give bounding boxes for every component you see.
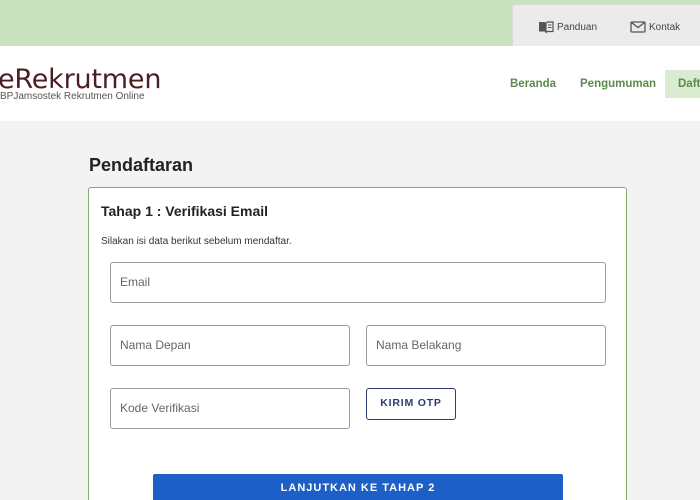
nav-daftar[interactable]: Daft xyxy=(665,70,700,98)
continue-step2-button[interactable]: LANJUTKAN KE TAHAP 2 xyxy=(153,474,563,500)
guide-link[interactable]: Panduan xyxy=(538,21,597,34)
nav-beranda[interactable]: Beranda xyxy=(510,70,556,98)
mail-icon xyxy=(630,21,646,33)
logo-subtitle: BPJamsostek Rekrutmen Online xyxy=(0,91,145,102)
nav-pengumuman[interactable]: Pengumuman xyxy=(580,70,656,98)
step-description: Silakan isi data berikut sebelum mendaft… xyxy=(101,236,292,247)
site-header: eRekrutmen BPJamsostek Rekrutmen Online … xyxy=(0,46,700,121)
verification-code-field[interactable]: Kode Verifikasi xyxy=(110,388,350,429)
contact-label: Kontak xyxy=(649,21,681,33)
send-otp-button[interactable]: KIRIM OTP xyxy=(366,388,456,420)
email-field[interactable]: Email xyxy=(110,262,606,303)
contact-link[interactable]: Kontak xyxy=(630,21,680,33)
top-links-box: Panduan Kontak xyxy=(512,4,700,46)
book-icon xyxy=(539,21,554,34)
first-name-field[interactable]: Nama Depan xyxy=(110,325,350,366)
step-title: Tahap 1 : Verifikasi Email xyxy=(101,203,269,219)
page-title: Pendaftaran xyxy=(89,155,194,175)
last-name-field[interactable]: Nama Belakang xyxy=(366,325,606,366)
guide-label: Panduan xyxy=(557,22,598,33)
registration-card: Tahap 1 : Verifikasi Email Silakan isi d… xyxy=(88,187,627,500)
